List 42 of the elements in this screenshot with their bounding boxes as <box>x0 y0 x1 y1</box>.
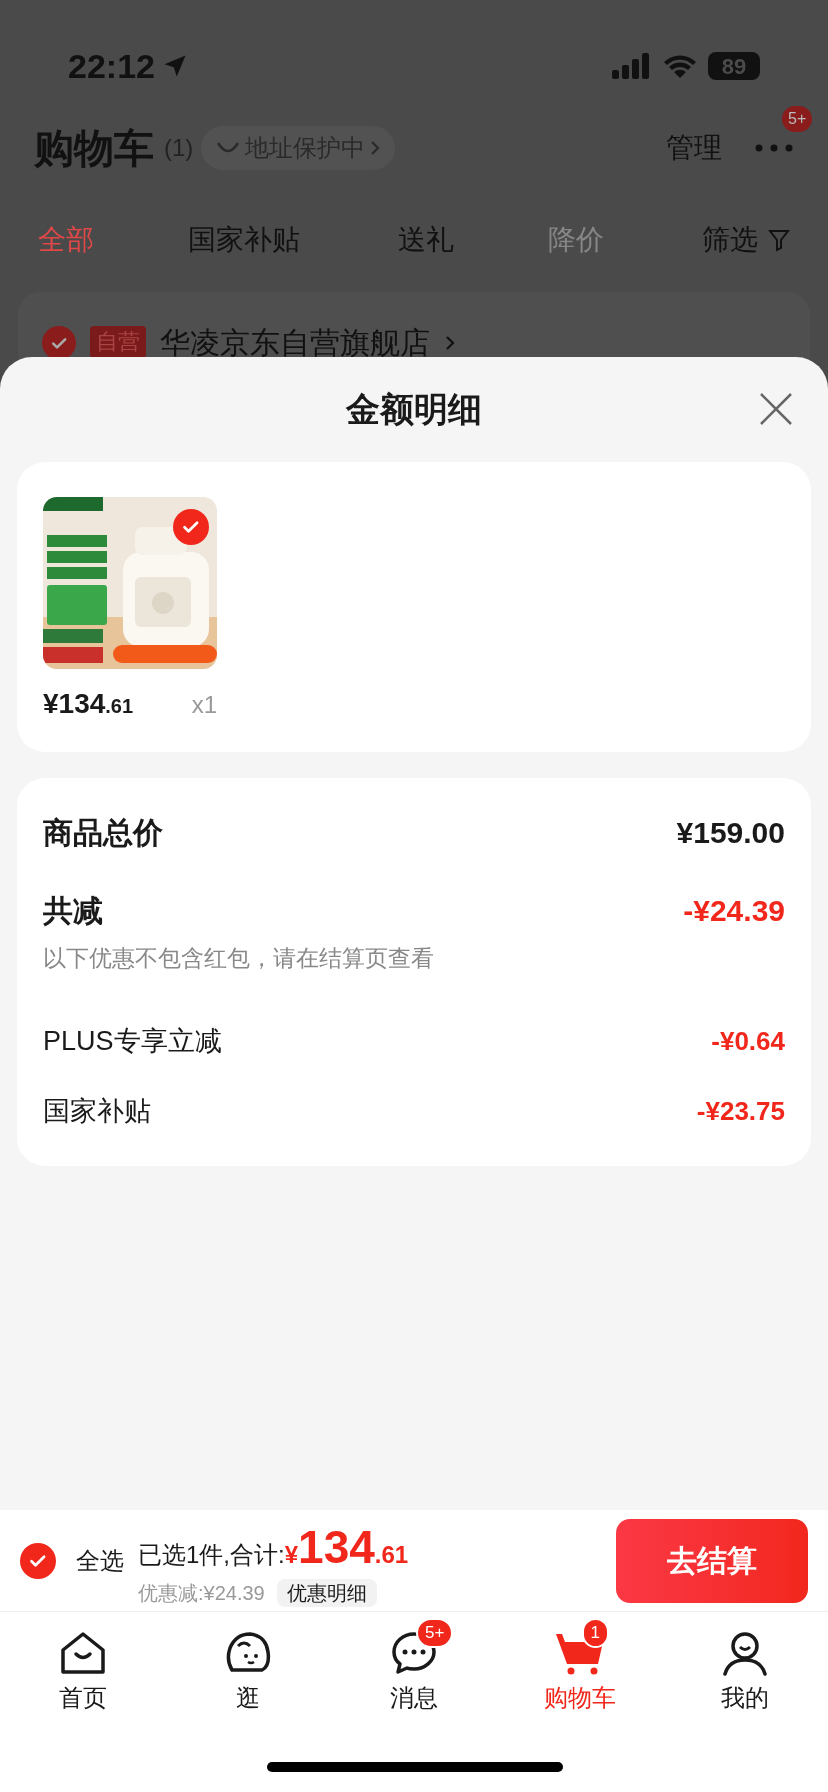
discount-details-button[interactable]: 优惠明细 <box>276 1579 377 1607</box>
discount-total: 优惠减:¥24.39 <box>138 1581 265 1606</box>
chevron-right-icon <box>369 139 382 157</box>
tab-bar-label[interactable]: 购物车 <box>543 1680 616 1716</box>
close-icon[interactable] <box>758 391 794 427</box>
sheet-title: 金额明细 <box>346 389 482 430</box>
tab-bar-label[interactable]: 我的 <box>721 1680 770 1716</box>
notification-badge: 5+ <box>416 1618 454 1648</box>
tab-bar-label[interactable]: 首页 <box>58 1680 107 1716</box>
summary-value: ¥159.00 <box>676 815 785 851</box>
store-name[interactable]: 华凌京东自营旗舰店 <box>160 326 430 360</box>
selection-summary: 已选1件,合计: <box>138 1540 285 1570</box>
discount-note: 以下优惠不包含红包，请在结算页查看 <box>43 944 435 973</box>
filter-tab[interactable]: 国家补贴 <box>188 219 398 261</box>
person-icon[interactable] <box>721 1630 770 1676</box>
filter-tab[interactable]: 送礼 <box>398 219 548 261</box>
item-quantity: x1 <box>191 690 217 720</box>
summary-value: -¥24.39 <box>683 893 785 929</box>
notification-badge: 5+ <box>782 106 813 132</box>
filter-button[interactable]: 筛选 <box>702 219 758 261</box>
manage-link[interactable]: 管理 <box>666 127 722 169</box>
page-title: 购物车 <box>34 125 154 172</box>
chevron-right-icon <box>444 334 456 352</box>
checkout-button[interactable]: 去结算 <box>616 1518 808 1603</box>
summary-label: 共减 <box>43 893 103 929</box>
select-all-label[interactable]: 全选 <box>76 1542 124 1579</box>
status-time: 22:12 <box>68 45 155 87</box>
signal-icon <box>612 53 652 79</box>
item-price: ¥134.61 <box>43 687 134 721</box>
total-price: ¥134.61 <box>284 1520 409 1575</box>
notification-badge: 1 <box>581 1618 610 1648</box>
tab-bar-label[interactable]: 消息 <box>390 1680 438 1716</box>
discount-label: PLUS专享立减 <box>43 1024 222 1058</box>
house-icon[interactable] <box>58 1630 107 1676</box>
filter-tab[interactable]: 全部 <box>38 219 188 261</box>
discount-value: -¥23.75 <box>696 1094 785 1128</box>
summary-label: 商品总价 <box>43 815 163 851</box>
filter-icon <box>768 228 790 252</box>
discount-label: 国家补贴 <box>43 1094 151 1128</box>
discount-value: -¥0.64 <box>711 1024 785 1058</box>
battery-icon: 89 <box>708 52 760 80</box>
tab-bar-label[interactable]: 逛 <box>236 1680 261 1716</box>
